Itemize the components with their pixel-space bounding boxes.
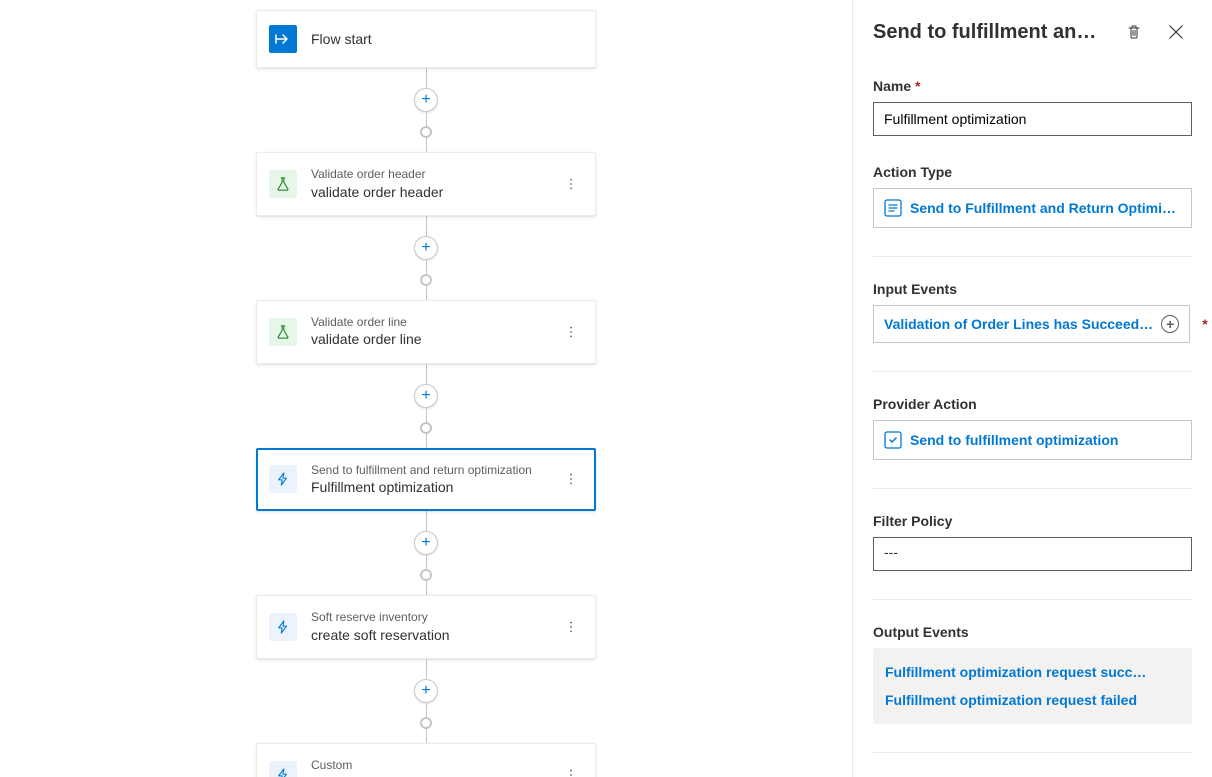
input-event-pill[interactable]: Validation of Order Lines has Succeed… + xyxy=(873,305,1190,343)
flow-node-soft-reservation[interactable]: Soft reserve inventory create soft reser… xyxy=(256,595,596,659)
output-event-item[interactable]: Fulfillment optimization request failed xyxy=(885,686,1180,714)
bolt-icon xyxy=(269,465,297,493)
flow-node-validate-header[interactable]: Validate order header validate order hea… xyxy=(256,152,596,216)
connector-node-icon xyxy=(420,422,432,434)
name-input[interactable] xyxy=(873,102,1192,136)
provider-action-selector[interactable]: Send to fulfillment optimization xyxy=(873,420,1192,460)
action-type-value: Send to Fulfillment and Return Optimiza… xyxy=(910,200,1181,216)
flow-canvas[interactable]: Flow start + Validate order header valid… xyxy=(0,0,852,777)
panel-title: Send to fulfillment an… xyxy=(873,21,1108,44)
connector-node-icon xyxy=(420,717,432,729)
add-step-button[interactable]: + xyxy=(414,384,438,408)
provider-action-icon xyxy=(884,431,902,449)
node-title: Fulfillment optimization xyxy=(311,478,559,496)
flask-icon xyxy=(269,318,297,346)
node-title: create soft reservation xyxy=(311,626,559,644)
node-menu-button[interactable] xyxy=(559,620,583,634)
flow-node-fulfillment-optimization[interactable]: Send to fulfillment and return optimizat… xyxy=(256,448,596,512)
add-input-event-button[interactable]: + xyxy=(1161,315,1179,333)
node-subtitle: Custom xyxy=(311,758,559,774)
filter-policy-label: Filter Policy xyxy=(873,513,1192,529)
output-events-list: Fulfillment optimization request succ… F… xyxy=(873,648,1192,724)
output-events-label: Output Events xyxy=(873,624,1192,640)
required-indicator: * xyxy=(1202,316,1207,332)
input-event-value: Validation of Order Lines has Succeed… xyxy=(884,316,1153,332)
add-step-button[interactable]: + xyxy=(414,88,438,112)
flow-node-erp-fulfillment[interactable]: Custom send to ERP fulfillment xyxy=(256,743,596,777)
connector-node-icon xyxy=(420,274,432,286)
provider-action-label: Provider Action xyxy=(873,396,1192,412)
connector-node-icon xyxy=(420,569,432,581)
add-step-button[interactable]: + xyxy=(414,236,438,260)
output-event-item[interactable]: Fulfillment optimization request succ… xyxy=(885,658,1180,686)
flow-node-start[interactable]: Flow start xyxy=(256,10,596,68)
close-button[interactable] xyxy=(1160,16,1192,48)
add-step-button[interactable]: + xyxy=(414,679,438,703)
action-type-icon xyxy=(884,199,902,217)
node-menu-button[interactable] xyxy=(559,472,583,486)
flask-icon xyxy=(269,170,297,198)
connector-node-icon xyxy=(420,126,432,138)
provider-action-value: Send to fulfillment optimization xyxy=(910,432,1181,448)
node-title: validate order line xyxy=(311,330,559,348)
node-title: Flow start xyxy=(311,30,583,48)
input-events-label: Input Events xyxy=(873,281,1192,297)
node-subtitle: Soft reserve inventory xyxy=(311,610,559,626)
add-step-button[interactable]: + xyxy=(414,531,438,555)
flow-node-validate-line[interactable]: Validate order line validate order line xyxy=(256,300,596,364)
node-title: validate order header xyxy=(311,183,559,201)
node-menu-button[interactable] xyxy=(559,177,583,191)
name-label: Name xyxy=(873,78,1192,94)
action-type-selector[interactable]: Send to Fulfillment and Return Optimiza… xyxy=(873,188,1192,228)
bolt-icon xyxy=(269,613,297,641)
filter-policy-value[interactable]: --- xyxy=(873,537,1192,571)
properties-panel: Send to fulfillment an… Name Action Type xyxy=(852,0,1212,777)
node-menu-button[interactable] xyxy=(559,768,583,777)
node-subtitle: Validate order line xyxy=(311,315,559,331)
delete-button[interactable] xyxy=(1118,16,1150,48)
flow-start-icon xyxy=(269,25,297,53)
node-subtitle: Send to fulfillment and return optimizat… xyxy=(311,463,559,479)
action-type-label: Action Type xyxy=(873,164,1192,180)
bolt-icon xyxy=(269,761,297,777)
node-menu-button[interactable] xyxy=(559,325,583,339)
node-subtitle: Validate order header xyxy=(311,167,559,183)
